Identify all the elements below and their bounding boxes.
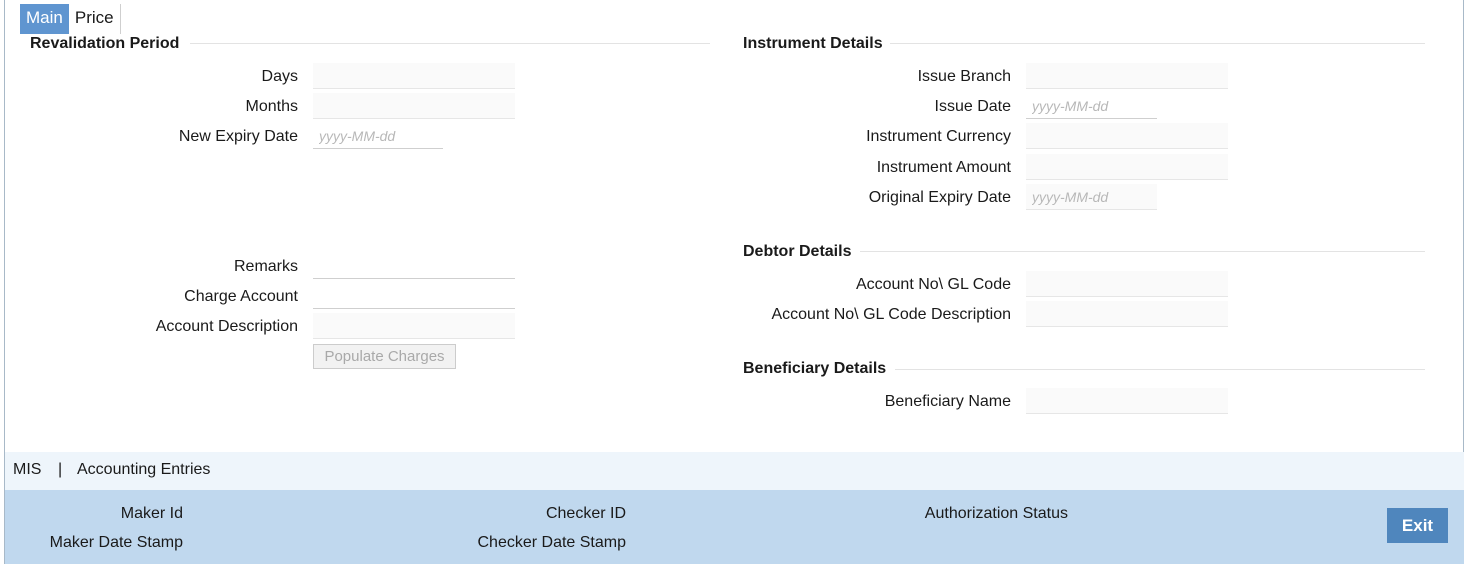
issue-date-input[interactable] [1026, 93, 1157, 119]
beneficiary-divider [895, 369, 1425, 370]
checker-id-label: Checker ID [545, 505, 626, 522]
issue-branch-label: Issue Branch [917, 68, 1011, 85]
revalidation-divider [190, 43, 710, 44]
instrument-amount-input[interactable] [1026, 154, 1228, 180]
beneficiary-details-title: Beneficiary Details [743, 360, 887, 377]
link-separator: | [58, 461, 63, 478]
remarks-label: Remarks [233, 258, 298, 275]
debtor-details-title: Debtor Details [743, 243, 852, 260]
new-expiry-date-label: New Expiry Date [178, 128, 298, 145]
beneficiary-name-label: Beneficiary Name [884, 393, 1011, 410]
populate-charges-button[interactable]: Populate Charges [313, 344, 456, 369]
mis-link[interactable]: MIS [13, 461, 41, 479]
authorization-status-label: Authorization Status [924, 505, 1068, 522]
charge-account-input[interactable] [313, 283, 515, 309]
account-description-input[interactable] [313, 313, 515, 339]
checker-date-stamp-label: Checker Date Stamp [477, 534, 626, 551]
revalidation-period-title: Revalidation Period [30, 35, 180, 52]
gl-code-input[interactable] [1026, 271, 1228, 297]
tab-price[interactable]: Price [69, 4, 121, 34]
beneficiary-name-input[interactable] [1026, 388, 1228, 414]
days-input[interactable] [313, 63, 515, 89]
charge-account-label: Charge Account [184, 288, 298, 305]
account-description-label: Account Description [155, 318, 298, 335]
tab-main[interactable]: Main [20, 4, 69, 34]
instrument-divider [890, 43, 1425, 44]
instrument-amount-label: Instrument Amount [876, 159, 1011, 176]
gl-code-description-input[interactable] [1026, 301, 1228, 327]
original-expiry-date-input[interactable] [1026, 184, 1157, 210]
instrument-currency-input[interactable] [1026, 123, 1228, 149]
accounting-entries-link[interactable]: Accounting Entries [77, 461, 210, 479]
gl-code-description-label: Account No\ GL Code Description [771, 306, 1011, 323]
debtor-divider [860, 251, 1425, 252]
gl-code-label: Account No\ GL Code [855, 276, 1011, 293]
months-label: Months [245, 98, 298, 115]
issue-date-label: Issue Date [934, 98, 1011, 115]
remarks-input[interactable] [313, 253, 515, 279]
subsystem-link-bar: MIS | Accounting Entries [5, 452, 1464, 490]
new-expiry-date-input[interactable] [313, 123, 443, 149]
audit-footer: Maker Id Maker Date Stamp Checker ID Che… [5, 490, 1464, 564]
issue-branch-input[interactable] [1026, 63, 1228, 89]
instrument-details-title: Instrument Details [743, 35, 883, 52]
maker-date-stamp-label: Maker Date Stamp [49, 534, 183, 551]
original-expiry-date-label: Original Expiry Date [868, 189, 1011, 206]
months-input[interactable] [313, 93, 515, 119]
exit-button[interactable]: Exit [1387, 508, 1448, 543]
maker-id-label: Maker Id [120, 505, 183, 522]
days-label: Days [261, 68, 298, 85]
instrument-currency-label: Instrument Currency [866, 128, 1011, 145]
tab-bar: Main Price [20, 4, 121, 34]
